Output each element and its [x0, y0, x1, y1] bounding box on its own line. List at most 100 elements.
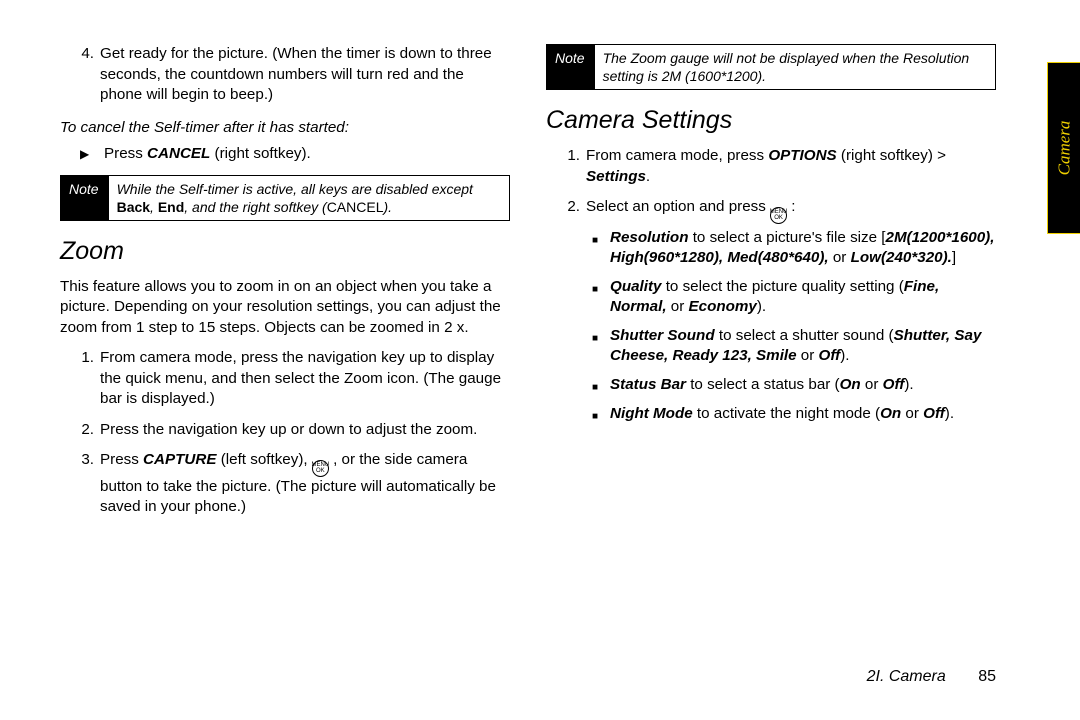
left-column: 4. Get ready for the picture. (When the …: [60, 44, 510, 676]
text: or: [667, 298, 689, 315]
text: While the Self-timer is active, all keys…: [117, 181, 473, 197]
option-value: Off: [819, 347, 841, 364]
square-bullet-icon: [592, 326, 606, 367]
option-resolution: Resolution to select a picture's file si…: [592, 228, 996, 269]
chapter-label: 2I. Camera: [867, 668, 946, 685]
text: or: [901, 405, 923, 422]
list-number: 1.: [546, 146, 586, 187]
step-text: Select an option and press MENUOK : Reso…: [586, 197, 996, 433]
note-text: While the Self-timer is active, all keys…: [109, 176, 509, 220]
option-name: Status Bar: [610, 376, 686, 393]
text: (left softkey),: [216, 451, 311, 468]
text: to activate the night mode (: [693, 405, 880, 422]
step-text: Press the navigation key up or down to a…: [100, 420, 510, 441]
text: to select a shutter sound (: [715, 327, 894, 344]
cancel-step-text: Press CANCEL (right softkey).: [104, 144, 311, 165]
option-value: Economy: [689, 298, 757, 315]
option-value: Off: [883, 376, 905, 393]
step-text: From camera mode, press OPTIONS (right s…: [586, 146, 996, 187]
key-name: Back: [117, 199, 150, 215]
timer-step-4: 4. Get ready for the picture. (When the …: [60, 44, 510, 106]
option-name: Night Mode: [610, 405, 693, 422]
note-label: Note: [61, 176, 109, 220]
note-box: Note While the Self-timer is active, all…: [60, 175, 510, 221]
option-quality: Quality to select the picture quality se…: [592, 277, 996, 318]
option-text: Quality to select the picture quality se…: [610, 277, 996, 318]
zoom-step-1: 1. From camera mode, press the navigatio…: [60, 348, 510, 410]
key-name: CANCEL: [327, 199, 384, 215]
menu-ok-icon: MENUOK: [770, 207, 787, 224]
text: to select a picture's file size [: [688, 229, 885, 246]
option-text: Shutter Sound to select a shutter sound …: [610, 326, 996, 367]
text: Press: [100, 451, 143, 468]
settings-step-1: 1. From camera mode, press OPTIONS (righ…: [546, 146, 996, 187]
text: ).: [904, 376, 913, 393]
section-tab-label: Camera: [1054, 121, 1074, 176]
text: .: [646, 168, 650, 185]
list-number: 4.: [60, 44, 100, 106]
option-value: Low(240*320).: [851, 249, 952, 266]
key-name: End: [158, 199, 184, 215]
text: (right softkey).: [210, 145, 310, 162]
option-text: Resolution to select a picture's file si…: [610, 228, 996, 269]
list-number: 1.: [60, 348, 100, 410]
text: Select an option and press: [586, 198, 770, 215]
option-night-mode: Night Mode to activate the night mode (O…: [592, 404, 996, 425]
text: From camera mode, press: [586, 147, 768, 164]
zoom-step-3: 3. Press CAPTURE (left softkey), MENUOK …: [60, 450, 510, 518]
zoom-paragraph: This feature allows you to zoom in on an…: [60, 277, 510, 339]
page-footer: 2I. Camera 85: [867, 668, 996, 686]
section-tab: Camera: [1047, 62, 1080, 234]
square-bullet-icon: [592, 375, 606, 396]
list-number: 2.: [546, 197, 586, 433]
note-text: The Zoom gauge will not be displayed whe…: [595, 45, 995, 89]
text: ).: [383, 199, 392, 215]
cancel-self-timer-heading: To cancel the Self-timer after it has st…: [60, 118, 510, 139]
text: ).: [840, 347, 849, 364]
text: ).: [757, 298, 766, 315]
option-text: Status Bar to select a status bar (On or…: [610, 375, 914, 396]
text: to select a status bar (: [686, 376, 840, 393]
option-name: Quality: [610, 278, 661, 295]
square-bullet-icon: [592, 228, 606, 269]
key-name: CANCEL: [147, 145, 210, 162]
option-value: Off: [923, 405, 945, 422]
zoom-heading: Zoom: [60, 235, 510, 269]
right-column: Note The Zoom gauge will not be displaye…: [546, 44, 996, 676]
option-name: Resolution: [610, 229, 688, 246]
text: ]: [952, 249, 956, 266]
step-text: From camera mode, press the navigation k…: [100, 348, 510, 410]
step-text: Get ready for the picture. (When the tim…: [100, 44, 510, 106]
triangle-bullet-icon: [80, 144, 94, 165]
page-number: 85: [978, 668, 996, 685]
key-name: OPTIONS: [768, 147, 836, 164]
list-number: 3.: [60, 450, 100, 518]
text: to select the picture quality setting (: [661, 278, 903, 295]
square-bullet-icon: [592, 277, 606, 318]
option-status-bar: Status Bar to select a status bar (On or…: [592, 375, 996, 396]
manual-page: 4. Get ready for the picture. (When the …: [0, 0, 1080, 720]
text: or: [861, 376, 883, 393]
step-text: Press CAPTURE (left softkey), MENUOK , o…: [100, 450, 510, 518]
menu-ok-icon: MENUOK: [312, 460, 329, 477]
option-shutter-sound: Shutter Sound to select a shutter sound …: [592, 326, 996, 367]
option-name: Shutter Sound: [610, 327, 715, 344]
text: :: [787, 198, 795, 215]
key-name: CAPTURE: [143, 451, 216, 468]
option-value: On: [840, 376, 861, 393]
option-value: On: [880, 405, 901, 422]
cancel-step: Press CANCEL (right softkey).: [80, 144, 510, 165]
text: or: [829, 249, 851, 266]
text: (right softkey) >: [837, 147, 946, 164]
text: ).: [945, 405, 954, 422]
text: or: [797, 347, 819, 364]
note-label: Note: [547, 45, 595, 89]
zoom-step-2: 2. Press the navigation key up or down t…: [60, 420, 510, 441]
square-bullet-icon: [592, 404, 606, 425]
camera-settings-heading: Camera Settings: [546, 104, 996, 138]
list-number: 2.: [60, 420, 100, 441]
note-box: Note The Zoom gauge will not be displaye…: [546, 44, 996, 90]
key-name: Settings: [586, 168, 646, 185]
settings-step-2: 2. Select an option and press MENUOK : R…: [546, 197, 996, 433]
option-text: Night Mode to activate the night mode (O…: [610, 404, 954, 425]
